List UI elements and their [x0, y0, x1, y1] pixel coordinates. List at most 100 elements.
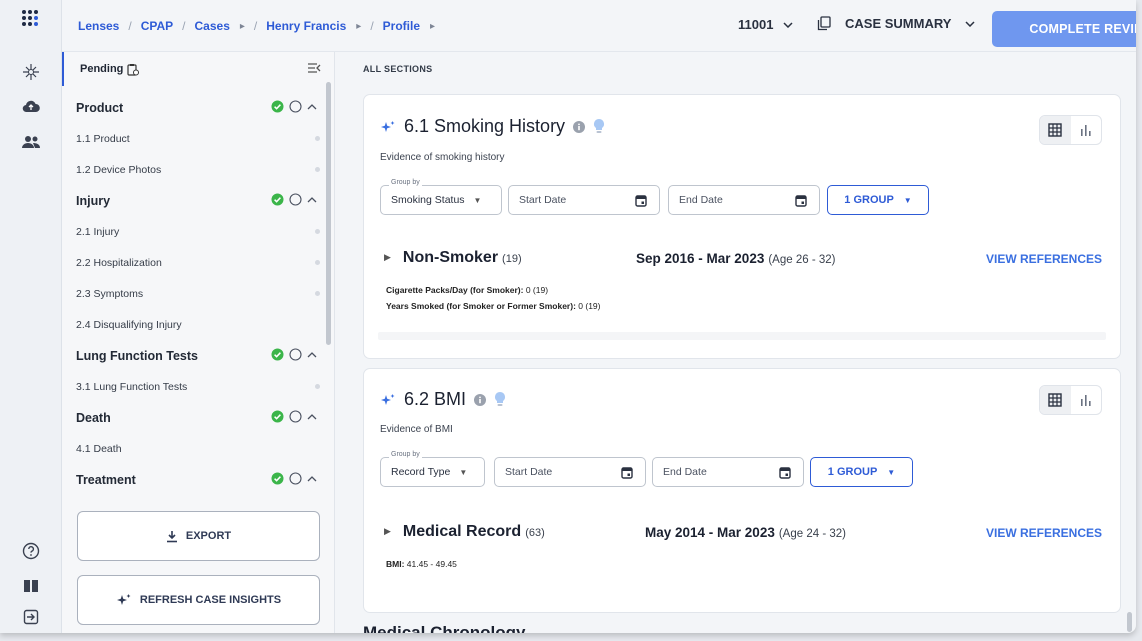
logo-icon[interactable]: [21, 9, 41, 29]
group-row-header[interactable]: ▶ Medical Record (63): [384, 523, 545, 541]
end-date-input[interactable]: End Date: [652, 457, 804, 487]
field-cigarette-packs: Cigarette Packs/Day (for Smoker): 0 (19): [386, 285, 548, 295]
group-row-count: (19): [502, 253, 522, 265]
end-date-input[interactable]: End Date: [668, 185, 820, 215]
case-summary-select[interactable]: CASE SUMMARY: [817, 16, 975, 31]
group-by-value: Record Type: [391, 466, 451, 478]
chevron-up-icon[interactable]: [307, 196, 317, 203]
breadcrumb-profile[interactable]: Profile: [383, 19, 420, 33]
nav-item-device-photos[interactable]: 1.2 Device Photos: [76, 154, 322, 185]
lightbulb-icon[interactable]: [494, 391, 506, 408]
case-id-select[interactable]: 11001: [738, 17, 793, 32]
start-date-input[interactable]: Start Date: [508, 185, 660, 215]
caret-down-icon: ▼: [459, 467, 468, 477]
chevron-right-icon[interactable]: ▸: [356, 21, 361, 32]
nav-item-label: 2.4 Disqualifying Injury: [76, 318, 182, 331]
calendar-icon[interactable]: [779, 466, 791, 479]
date-range: Sep 2016 - Mar 2023 (Age 26 - 32): [636, 251, 835, 266]
nav-item-lung-function-tests[interactable]: 3.1 Lung Function Tests: [76, 371, 322, 402]
caret-right-icon[interactable]: ▶: [384, 252, 391, 263]
nav-section-treatment[interactable]: Treatment: [76, 464, 322, 495]
group-by-select[interactable]: Group by Record Type ▼: [380, 451, 485, 487]
group-row-header[interactable]: ▶ Non-Smoker (19): [384, 249, 522, 267]
complete-review-button[interactable]: COMPLETE REVIEW: [992, 11, 1136, 47]
status-header: Pending: [62, 52, 335, 86]
cloud-upload-icon[interactable]: [21, 96, 41, 116]
view-references-link[interactable]: VIEW REFERENCES: [986, 252, 1102, 266]
left-rail: [0, 0, 62, 633]
chevron-up-icon[interactable]: [307, 103, 317, 110]
collapse-sidebar-icon[interactable]: [307, 62, 321, 74]
empty-circle-icon[interactable]: [289, 193, 302, 206]
field-key: BMI:: [386, 559, 405, 569]
chevron-right-icon[interactable]: ▸: [430, 21, 435, 32]
check-circle-icon[interactable]: [271, 100, 284, 113]
breadcrumb-cases[interactable]: Cases: [195, 19, 230, 33]
breadcrumb-cpap[interactable]: CPAP: [141, 19, 173, 33]
group-count-button[interactable]: 1 GROUP ▼: [827, 185, 929, 215]
section-nav-list: Product 1.1 Product 1.2 Device Photos In…: [76, 92, 322, 495]
nav-item-death[interactable]: 4.1 Death: [76, 433, 322, 464]
nav-section-lung-function-tests[interactable]: Lung Function Tests: [76, 340, 322, 371]
nav-section-injury[interactable]: Injury: [76, 185, 322, 216]
empty-circle-icon[interactable]: [289, 410, 302, 423]
check-circle-icon[interactable]: [271, 410, 284, 423]
users-icon[interactable]: [21, 132, 41, 152]
table-view-icon[interactable]: [1040, 386, 1071, 414]
nav-section-death[interactable]: Death: [76, 402, 322, 433]
lightbulb-icon[interactable]: [593, 118, 605, 135]
group-by-legend: Group by: [389, 179, 422, 186]
empty-circle-icon[interactable]: [289, 348, 302, 361]
group-count-button[interactable]: 1 GROUP ▼: [810, 457, 913, 487]
sidebar-scrollbar[interactable]: [326, 82, 331, 345]
caret-right-icon[interactable]: ▶: [384, 526, 391, 537]
chart-view-icon[interactable]: [1071, 116, 1102, 144]
breadcrumb-separator: /: [370, 19, 374, 33]
calendar-icon[interactable]: [621, 466, 633, 479]
all-sections-heading: ALL SECTIONS: [363, 64, 433, 74]
field-value: 0 (19): [525, 285, 549, 295]
breadcrumb-separator: /: [182, 19, 186, 33]
check-circle-icon[interactable]: [271, 472, 284, 485]
table-view-icon[interactable]: [1040, 116, 1071, 144]
view-references-link[interactable]: VIEW REFERENCES: [986, 526, 1102, 540]
info-icon[interactable]: [573, 120, 586, 133]
view-toggle: [1039, 115, 1102, 145]
calendar-icon[interactable]: [635, 194, 647, 207]
empty-circle-icon[interactable]: [289, 472, 302, 485]
sparkle-nav-icon[interactable]: [21, 62, 41, 82]
book-icon[interactable]: [21, 576, 41, 596]
refresh-case-insights-button[interactable]: REFRESH CASE INSIGHTS: [77, 575, 320, 625]
group-by-select[interactable]: Group by Smoking Status ▼: [380, 179, 502, 215]
nav-item-injury[interactable]: 2.1 Injury: [76, 216, 322, 247]
calendar-icon[interactable]: [795, 194, 807, 207]
nav-item-label: 2.3 Symptoms: [76, 287, 144, 300]
nav-item-hospitalization[interactable]: 2.2 Hospitalization: [76, 247, 322, 278]
help-icon[interactable]: [21, 541, 41, 561]
nav-item-product[interactable]: 1.1 Product: [76, 123, 322, 154]
chevron-up-icon[interactable]: [307, 413, 317, 420]
check-circle-icon[interactable]: [271, 348, 284, 361]
chart-view-icon[interactable]: [1071, 386, 1102, 414]
main-scrollbar[interactable]: [1127, 612, 1132, 632]
start-date-input[interactable]: Start Date: [494, 457, 646, 487]
field-key: Cigarette Packs/Day (for Smoker):: [386, 285, 524, 295]
caret-down-icon: ▼: [473, 195, 482, 205]
age-range: (Age 26 - 32): [768, 254, 836, 266]
check-circle-icon[interactable]: [271, 193, 284, 206]
nav-item-disqualifying-injury[interactable]: 2.4 Disqualifying Injury: [76, 309, 322, 340]
ai-sparkle-icon: [381, 120, 395, 132]
chevron-up-icon[interactable]: [307, 351, 317, 358]
breadcrumb-lenses[interactable]: Lenses: [78, 19, 119, 33]
logout-icon[interactable]: [21, 607, 41, 627]
nav-item-symptoms[interactable]: 2.3 Symptoms: [76, 278, 322, 309]
copy-icon: [817, 16, 831, 31]
export-button[interactable]: EXPORT: [77, 511, 320, 561]
date-range-text: May 2014 - Mar 2023: [645, 525, 775, 540]
info-icon[interactable]: [474, 393, 487, 406]
nav-section-product[interactable]: Product: [76, 92, 322, 123]
chevron-right-icon[interactable]: ▸: [240, 21, 245, 32]
empty-circle-icon[interactable]: [289, 100, 302, 113]
breadcrumb-patient[interactable]: Henry Francis: [266, 19, 346, 33]
chevron-up-icon[interactable]: [307, 475, 317, 482]
